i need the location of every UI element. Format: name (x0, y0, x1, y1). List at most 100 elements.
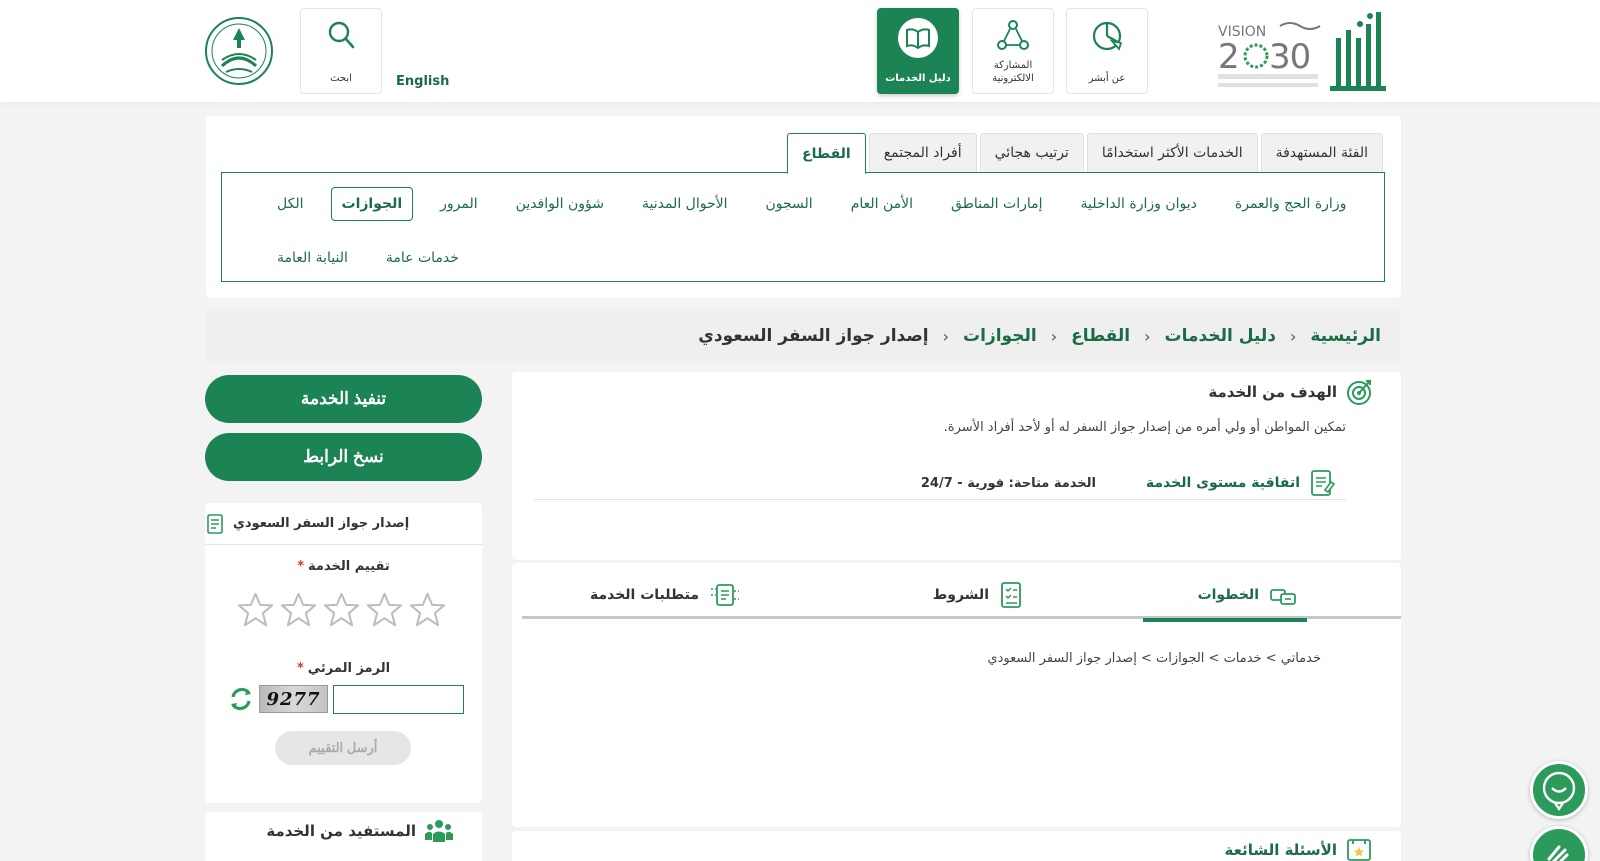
nav-about-label: عن أبشر (1088, 73, 1126, 84)
breadcrumb-separator: › (1289, 326, 1297, 346)
tab-steps-label: الخطوات (1197, 587, 1259, 603)
tab-category-0[interactable]: القطاع (787, 133, 866, 174)
tab-category-4[interactable]: الفئة المستهدفة (1260, 133, 1383, 172)
service-goal-card: الهدف من الخدمة تمكين المواطن أو ولي أمر… (512, 372, 1401, 560)
nav-about[interactable]: عن أبشر (1066, 8, 1148, 94)
steps-icon (1270, 589, 1296, 605)
search-icon (328, 21, 355, 49)
sector-item-6[interactable]: الأمن العام (840, 187, 924, 221)
search-button[interactable]: ابحث (300, 8, 382, 94)
tab-steps[interactable]: الخطوات (1198, 571, 1297, 619)
pie-chart-icon (1092, 21, 1123, 51)
tab-category-3[interactable]: الخدمات الأكثر استخدامًا (1086, 133, 1258, 172)
vision-2030-logo: VISION 2 30 (1218, 22, 1321, 87)
rating-header: إصدار جواز السفر السعودي (205, 503, 482, 545)
site-header: VISION 2 30 عن أبشر المشاركة الالكترونية… (0, 0, 1600, 102)
service-doc-icon (207, 513, 223, 534)
active-tab-indicator (1143, 618, 1307, 622)
required-mark: * (297, 559, 305, 574)
checklist-icon (1001, 582, 1021, 608)
breadcrumb: الرئيسية › دليل الخدمات › القطاع › الجوازات › إص… (206, 310, 1401, 362)
goal-description: تمكين المواطن أو ولي أمره من إصدار جواز … (943, 420, 1346, 435)
nav-eparticipation-label: المشاركة الالكترونية (992, 60, 1034, 84)
category-tabs: القطاع أفراد المجتمع ترتيب هجائي الخدمات ال… (787, 133, 1383, 174)
sign-language-icon (1547, 845, 1569, 861)
star-rating (237, 591, 446, 628)
tab-category-2[interactable]: ترتيب هجائي (979, 133, 1084, 172)
captcha-image: 9277 (259, 685, 328, 713)
goal-title: الهدف من الخدمة (1208, 383, 1337, 401)
required-mark: * (296, 661, 304, 676)
sector-item-5[interactable]: السجون (754, 187, 823, 221)
rate-service-label: تقييم الخدمة* (297, 559, 390, 574)
tab-conditions[interactable]: الشروط (933, 571, 1023, 619)
breadcrumb-item-1[interactable]: دليل الخدمات (1165, 326, 1276, 346)
sla-value: الخدمة متاحة: فورية - 24/7 (920, 476, 1096, 491)
captcha-row: 9277 (227, 683, 469, 715)
refresh-icon[interactable] (227, 685, 255, 713)
breadcrumb-item-2[interactable]: القطاع (1071, 326, 1130, 346)
sector-item-3[interactable]: شؤون الوافدين (505, 187, 615, 221)
details-tabs: الخطوات الشروط متطلبات الخدمة (522, 563, 1401, 622)
svg-text:2: 2 (1218, 37, 1239, 77)
faq-card[interactable]: الأسئلة الشائعة (512, 831, 1401, 861)
sector-item-11[interactable]: خدمات عامة (375, 241, 470, 275)
sector-item-10[interactable]: النيابة العامة (266, 241, 359, 275)
star-icon[interactable] (366, 591, 403, 628)
sector-item-0[interactable]: الكل (266, 187, 315, 221)
target-icon (1347, 380, 1371, 405)
beneficiary-title: المستفيد من الخدمة (266, 822, 416, 840)
sector-item-8[interactable]: ديوان وزارة الداخلية (1070, 187, 1208, 221)
sector-list: الكل الجوازات المرور شؤون الوافدين الأحوال ا… (250, 187, 1370, 275)
sla-row: اتفاقية مستوى الخدمة الخدمة متاحة: فورية… (534, 468, 1346, 500)
chat-support-button[interactable] (1530, 761, 1588, 819)
nav-eparticipation[interactable]: المشاركة الالكترونية (972, 8, 1054, 94)
steps-path: خدماتي > خدمات > الجوازات > إصدار جواز ا… (987, 651, 1321, 666)
tab-requirements[interactable]: متطلبات الخدمة (590, 571, 741, 619)
faq-icon (1347, 839, 1371, 861)
nav-services-guide[interactable]: دليل الخدمات (877, 8, 959, 94)
captcha-input[interactable] (333, 685, 464, 714)
breadcrumb-separator: › (942, 326, 950, 346)
star-icon[interactable] (323, 591, 360, 628)
sector-item-9[interactable]: وزارة الحج والعمرة (1224, 187, 1357, 221)
service-details-card: الخطوات الشروط متطلبات الخدمة خدماتي > خ… (512, 563, 1401, 827)
breadcrumb-item-0[interactable]: الرئيسية (1310, 326, 1381, 346)
tab-category-1[interactable]: أفراد المجتمع (868, 133, 977, 172)
book-icon (898, 18, 938, 58)
sector-item-7[interactable]: إمارات المناطق (940, 187, 1054, 221)
absher-logo[interactable] (1330, 10, 1390, 92)
beneficiary-card: المستفيد من الخدمة (205, 812, 482, 861)
saudi-emblem (205, 17, 273, 85)
tab-requirements-label: متطلبات الخدمة (589, 587, 699, 603)
faq-title: الأسئلة الشائعة (1224, 841, 1338, 859)
search-label: ابحث (330, 73, 352, 84)
chat-bot-icon (1542, 771, 1576, 811)
document-check-icon (1311, 470, 1336, 496)
english-language-link[interactable]: English (396, 74, 449, 89)
sector-tab-content: الكل الجوازات المرور شؤون الوافدين الأحوال ا… (221, 172, 1385, 282)
star-icon[interactable] (409, 591, 446, 628)
send-rating-button[interactable]: أرسل التقييم (275, 731, 411, 765)
copy-link-button[interactable]: نسخ الرابط (205, 433, 482, 481)
rating-card: إصدار جواز السفر السعودي تقييم الخدمة* ا… (205, 503, 482, 803)
tab-conditions-label: الشروط (932, 587, 989, 603)
sla-label[interactable]: اتفاقية مستوى الخدمة (1146, 475, 1300, 491)
breadcrumb-separator: › (1050, 326, 1058, 346)
star-icon[interactable] (280, 591, 317, 628)
people-icon (425, 820, 453, 842)
requirements-icon (711, 584, 739, 606)
star-icon[interactable] (237, 591, 274, 628)
sector-item-2[interactable]: المرور (429, 187, 489, 221)
network-icon (997, 20, 1029, 50)
sector-item-1[interactable]: الجوازات (330, 187, 414, 221)
svg-text:30: 30 (1269, 37, 1310, 77)
rated-service-name: إصدار جواز السفر السعودي (233, 516, 410, 531)
execute-service-button[interactable]: تنفيذ الخدمة (205, 375, 482, 423)
breadcrumb-item-3[interactable]: الجوازات (963, 326, 1037, 346)
sector-item-4[interactable]: الأحوال المدنية (631, 187, 739, 221)
captcha-label: الرمز المرئي* (296, 661, 391, 676)
breadcrumb-separator: › (1144, 326, 1151, 346)
sign-language-button[interactable] (1530, 826, 1588, 861)
breadcrumb-item-4: إصدار جواز السفر السعودي (698, 326, 929, 346)
